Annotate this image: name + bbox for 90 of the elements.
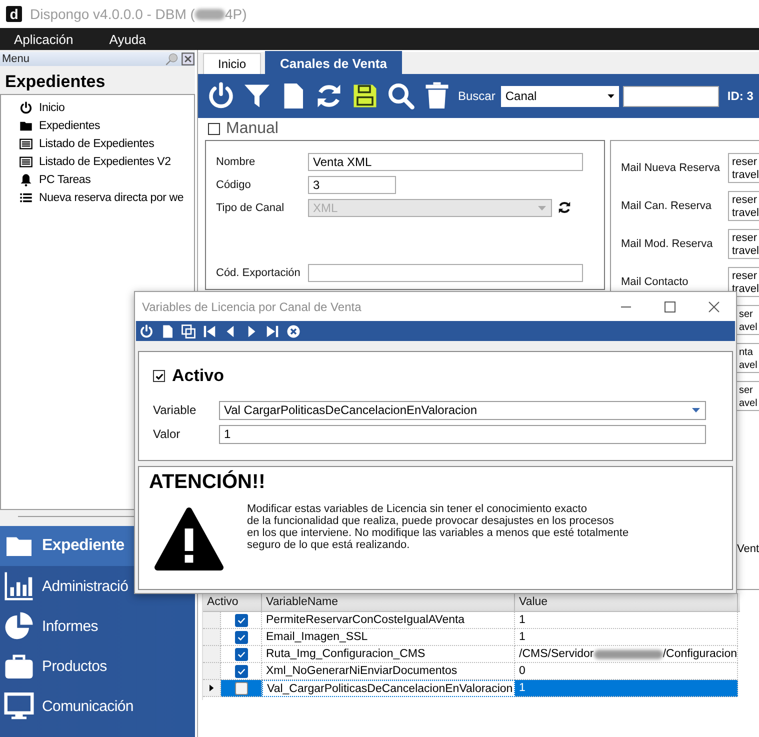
cancel-icon[interactable] xyxy=(286,324,301,338)
search-label: Buscar xyxy=(458,89,496,103)
table-cell: 1 xyxy=(519,682,526,694)
power-icon[interactable] xyxy=(206,81,236,111)
last-record-icon[interactable] xyxy=(265,324,280,338)
redaction-mark xyxy=(194,8,225,20)
table-cell: 1 xyxy=(519,614,526,626)
variable-dropdown[interactable]: Val CargarPoliticasDeCancelacionEnValoracion xyxy=(219,400,706,420)
power-icon[interactable] xyxy=(139,324,154,338)
checkbox-label: Manual xyxy=(226,120,278,138)
panel-title: Menu xyxy=(2,53,31,65)
text-field[interactable]: 3 xyxy=(308,176,396,194)
active-checkbox[interactable] xyxy=(153,370,165,382)
field-label: Variable xyxy=(153,403,198,417)
nav-item[interactable]: Comunicación xyxy=(0,686,195,726)
text-field[interactable] xyxy=(308,264,583,282)
warning-title: ATENCIÓN!! xyxy=(149,471,266,494)
pie-chart-icon xyxy=(4,611,34,641)
tab[interactable]: Inicio xyxy=(203,53,262,74)
field-label: Mail Can. Reserva xyxy=(620,200,712,212)
checkbox[interactable] xyxy=(234,630,248,644)
close-icon[interactable] xyxy=(708,300,720,312)
field-label: Cód. Exportación xyxy=(216,266,302,278)
tree-item[interactable]: Expedientes xyxy=(39,120,100,132)
table-cell: 0 xyxy=(519,665,526,677)
list-icon xyxy=(19,155,33,169)
tree-item[interactable]: PC Tareas xyxy=(39,174,91,186)
table-cell: PermiteReservarConCosteIgualAVenta xyxy=(266,614,465,626)
table-cell: Email_Imagen_SSL xyxy=(266,631,368,643)
record-id: ID: 3 xyxy=(727,89,754,103)
table-cell: /Configuracion xyxy=(662,648,737,660)
nav-item[interactable]: Informes xyxy=(0,606,195,646)
maximize-icon[interactable] xyxy=(664,300,676,312)
close-icon[interactable] xyxy=(181,52,195,66)
field-label: Mail Mod. Reserva xyxy=(620,238,714,250)
field-label: Código xyxy=(216,178,252,190)
value-field[interactable]: 1 xyxy=(219,424,706,444)
list-icon xyxy=(19,191,33,205)
text-area[interactable]: reser travel xyxy=(728,191,759,221)
search-icon[interactable] xyxy=(386,81,416,111)
field-label: Mail Contacto xyxy=(620,276,690,288)
table-cell: Ruta_Img_Configuracion_CMS xyxy=(266,648,426,660)
power-icon xyxy=(19,101,33,115)
checkbox[interactable] xyxy=(234,648,248,660)
field-label: Valor xyxy=(153,427,182,441)
nav-item[interactable]: Productos xyxy=(0,646,195,686)
checkbox[interactable] xyxy=(234,614,248,626)
table-cell: /CMS/Servidor xyxy=(519,648,594,660)
dialog-title: Variables de Licencia por Canal de Venta xyxy=(142,300,362,314)
nav-item[interactable]: Administració xyxy=(0,566,195,606)
row-header[interactable] xyxy=(203,680,221,697)
app-logo: d xyxy=(6,6,22,22)
row-pointer-icon xyxy=(206,683,216,693)
section-title: Expedientes xyxy=(4,71,106,92)
warning-text: Modificar estas variables de Licencia sin tener el conocimiento exacto de la funcionalidad que realiza, puede provocar desajustes en los procesos en los que interviene. No modifique las variables a menos que esté totalmente seguro de lo que está realizando. xyxy=(247,503,629,551)
refresh-icon[interactable] xyxy=(557,200,572,215)
table-cell: 1 xyxy=(519,631,526,643)
field-label: Tipo de Canal xyxy=(216,202,286,214)
text-area[interactable]: reser travel xyxy=(728,153,759,183)
bell-icon xyxy=(19,173,33,187)
tab[interactable]: Canales de Venta xyxy=(265,51,402,74)
window-title: 4P) xyxy=(224,6,247,22)
bar-chart-icon xyxy=(4,571,34,601)
tree-item[interactable]: Listado de Expedientes V2 xyxy=(39,156,171,168)
field-label: Nombre xyxy=(216,156,256,168)
tree-item[interactable]: Nueva reserva directa por we xyxy=(39,192,184,204)
checkbox-label: Activo xyxy=(172,366,224,386)
manual-checkbox[interactable] xyxy=(208,123,220,135)
list-icon xyxy=(19,137,33,151)
table-cell: Val_CargarPoliticasDeCancelacionEnValoracion xyxy=(267,682,513,694)
window-title: Dispongo v4.0.0.0 - DBM ( xyxy=(30,6,195,22)
checkbox[interactable] xyxy=(234,682,248,694)
field-label: Vent xyxy=(737,543,759,555)
text-field[interactable]: Venta XML xyxy=(308,152,583,170)
checkbox[interactable] xyxy=(234,664,248,678)
field-label: Mail Nueva Reserva xyxy=(620,162,722,174)
search-dropdown[interactable]: Canal xyxy=(501,86,620,106)
table-cell: Xml_NoGenerarNiEnviarDocumentos xyxy=(266,665,458,677)
new-file-icon[interactable] xyxy=(160,324,175,338)
menu-item[interactable]: Aplicación xyxy=(14,32,74,46)
copy-icon[interactable] xyxy=(181,324,196,338)
tree-item[interactable]: Inicio xyxy=(39,102,65,114)
menu-item[interactable]: Ayuda xyxy=(109,32,146,46)
folder-icon xyxy=(19,119,33,133)
text-area[interactable]: reser travel xyxy=(728,229,759,259)
search-field[interactable] xyxy=(623,86,720,106)
monitor-icon xyxy=(4,691,34,721)
redaction-mark xyxy=(594,650,663,658)
first-record-icon[interactable] xyxy=(202,324,217,338)
tree-item[interactable]: Listado de Expedientes xyxy=(39,138,154,150)
